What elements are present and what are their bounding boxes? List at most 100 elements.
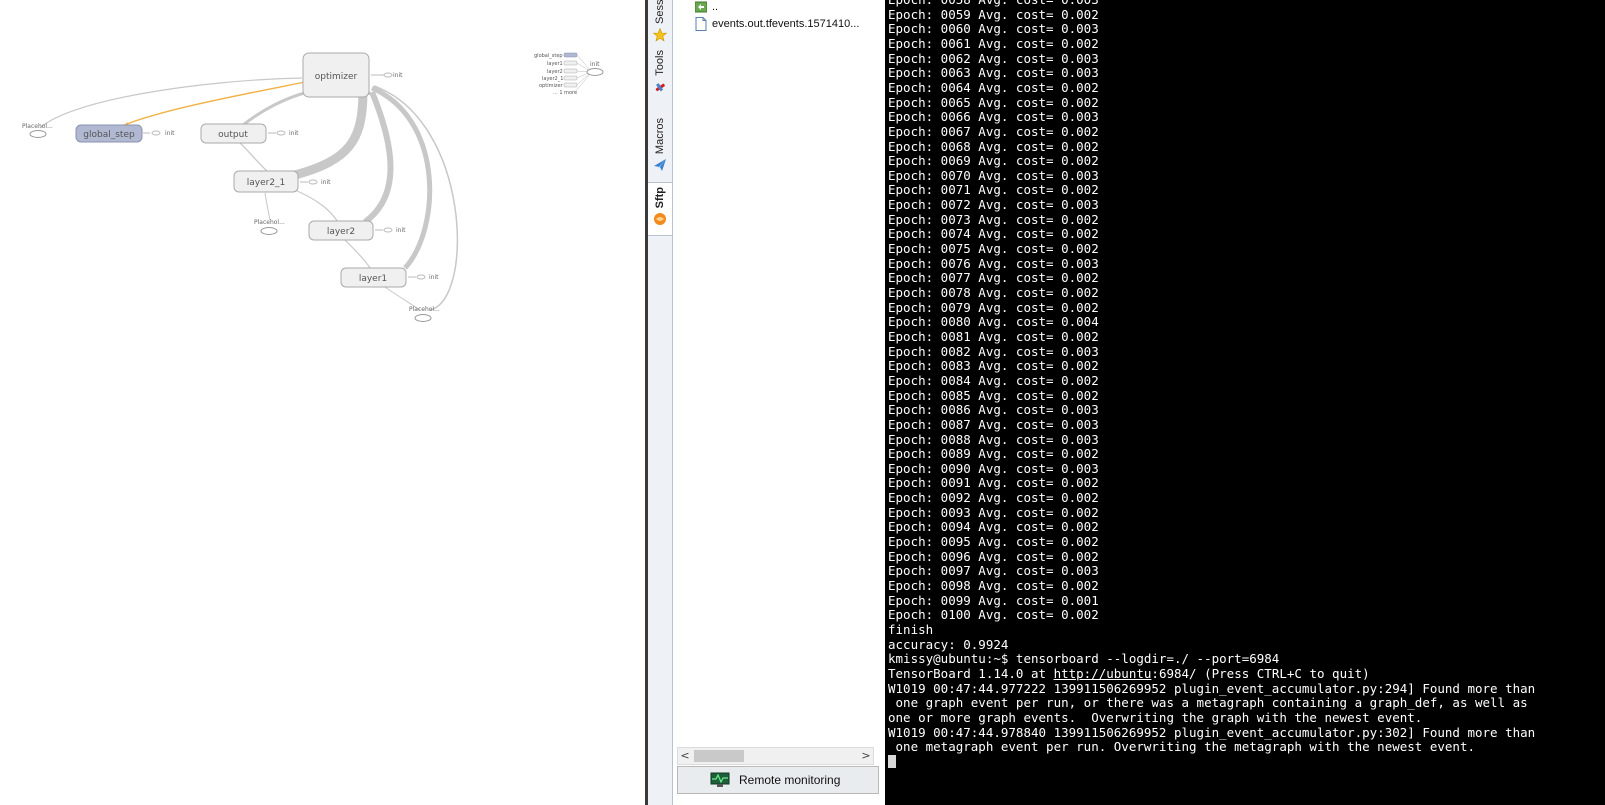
node-layer2[interactable]: layer2 bbox=[308, 220, 374, 241]
epoch-log-line: Epoch: 0066 Avg. cost= 0.003 bbox=[888, 109, 1099, 125]
remote-monitoring-label: Remote monitoring bbox=[739, 773, 841, 787]
svg-text:optimizer: optimizer bbox=[539, 83, 564, 89]
scroll-right-arrow[interactable]: > bbox=[859, 748, 873, 764]
warning-log-line: one graph event per run, or there was a … bbox=[888, 695, 1528, 711]
tensorboard-graph[interactable]: optimizer init Placehol... global_step i… bbox=[0, 0, 645, 805]
node-output[interactable]: output bbox=[200, 123, 267, 144]
terminal-output[interactable]: Epoch: 0058 Avg. cost= 0.003Epoch: 0059 … bbox=[885, 0, 1605, 805]
node-layer2-1[interactable]: layer2_1 bbox=[233, 170, 299, 193]
command-line: kmissy@ubuntu:~$ tensorboard --logdir=./… bbox=[888, 651, 1280, 667]
tab-macros[interactable]: Macros bbox=[648, 118, 672, 178]
warning-log-line: W1019 00:47:44.977222 139911506269952 pl… bbox=[888, 680, 1536, 696]
terminal-cursor bbox=[888, 754, 896, 768]
epoch-log-line: Epoch: 0100 Avg. cost= 0.002 bbox=[888, 607, 1099, 623]
tab-sessions-label: Sess bbox=[654, 0, 666, 24]
file-row-parent[interactable]: .. bbox=[695, 0, 718, 15]
node-global-step[interactable]: global_step bbox=[75, 124, 143, 143]
svg-text:init: init bbox=[590, 61, 600, 68]
monitor-icon bbox=[710, 772, 730, 787]
tab-tools[interactable]: Tools bbox=[648, 50, 672, 108]
file-icon bbox=[695, 17, 707, 31]
svg-text:layer2: layer2 bbox=[327, 227, 355, 237]
epoch-log-line: Epoch: 0068 Avg. cost= 0.002 bbox=[888, 138, 1099, 154]
node-placeholder-1[interactable]: Placehol... bbox=[22, 123, 53, 138]
epoch-log-line: Epoch: 0085 Avg. cost= 0.002 bbox=[888, 387, 1099, 403]
epoch-log-line: Epoch: 0070 Avg. cost= 0.003 bbox=[888, 167, 1099, 183]
file-name-parent: .. bbox=[712, 1, 719, 13]
edge-layer2-layer21 bbox=[294, 189, 339, 223]
epoch-log-line: Epoch: 0094 Avg. cost= 0.002 bbox=[888, 519, 1099, 535]
epoch-log-line: Epoch: 0059 Avg. cost= 0.002 bbox=[888, 6, 1099, 22]
epoch-log-line: Epoch: 0087 Avg. cost= 0.003 bbox=[888, 416, 1099, 432]
tensorboard-link[interactable]: http://ubuntu bbox=[1054, 666, 1152, 681]
tab-sftp-label: Sftp bbox=[654, 187, 666, 209]
edge-layer1-layer2 bbox=[344, 239, 371, 269]
side-tab-bar: Sess Tools Macros Sftp bbox=[648, 0, 673, 805]
epoch-log-line: Epoch: 0083 Avg. cost= 0.002 bbox=[888, 358, 1099, 374]
tab-tools-label: Tools bbox=[654, 50, 666, 76]
epoch-log-line: Epoch: 0089 Avg. cost= 0.002 bbox=[888, 446, 1099, 462]
epoch-log-line: Epoch: 0095 Avg. cost= 0.002 bbox=[888, 534, 1099, 550]
epoch-log-line: Epoch: 0086 Avg. cost= 0.003 bbox=[888, 402, 1099, 418]
svg-text:Placehol...: Placehol... bbox=[409, 306, 440, 313]
epoch-log-line: Epoch: 0073 Avg. cost= 0.002 bbox=[888, 211, 1099, 227]
epoch-log-line: Epoch: 0072 Avg. cost= 0.003 bbox=[888, 197, 1099, 213]
scrollbar-thumb[interactable] bbox=[694, 750, 744, 762]
svg-text:layer1: layer1 bbox=[359, 274, 387, 284]
init-badge-output: init bbox=[268, 130, 299, 137]
tensorboard-version-text: TensorBoard 1.14.0 at bbox=[888, 665, 1054, 681]
svg-text:global_step: global_step bbox=[83, 130, 135, 140]
node-placeholder-2[interactable]: Placehol... bbox=[254, 219, 285, 235]
epoch-log-line: Epoch: 0078 Avg. cost= 0.002 bbox=[888, 285, 1099, 300]
epoch-log-line: Epoch: 0091 Avg. cost= 0.002 bbox=[888, 475, 1099, 491]
epoch-log-line: Epoch: 0088 Avg. cost= 0.003 bbox=[888, 431, 1099, 447]
tab-sftp[interactable]: Sftp bbox=[648, 182, 672, 236]
tab-sessions[interactable]: Sess bbox=[648, 0, 672, 45]
epoch-log-line: Epoch: 0082 Avg. cost= 0.003 bbox=[888, 343, 1099, 359]
svg-text:init: init bbox=[321, 179, 331, 186]
svg-text:Placehol...: Placehol... bbox=[254, 219, 285, 226]
svg-text:init: init bbox=[396, 227, 406, 234]
epoch-log-line: Epoch: 0092 Avg. cost= 0.002 bbox=[888, 490, 1099, 506]
graph-panel[interactable]: optimizer init Placehol... global_step i… bbox=[0, 0, 645, 805]
node-placeholder-3[interactable]: Placehol... bbox=[409, 306, 440, 322]
init-badge-global-step: init bbox=[143, 130, 175, 137]
edge-layer21-optimizer bbox=[293, 94, 368, 180]
scroll-left-arrow[interactable]: < bbox=[678, 748, 692, 764]
epoch-log-line: Epoch: 0074 Avg. cost= 0.002 bbox=[888, 226, 1099, 242]
horizontal-scrollbar[interactable]: < > bbox=[677, 747, 874, 765]
tensorboard-url-line: TensorBoard 1.14.0 at http://ubuntu:6984… bbox=[888, 666, 1370, 681]
init-badge-layer1: init bbox=[408, 274, 439, 281]
epoch-log-line: Epoch: 0084 Avg. cost= 0.002 bbox=[888, 372, 1099, 388]
svg-text:init: init bbox=[429, 274, 439, 281]
warning-log-line: one or more graph events. Overwriting th… bbox=[888, 709, 1423, 725]
svg-text:layer2_1: layer2_1 bbox=[247, 178, 286, 188]
star-icon bbox=[653, 28, 667, 42]
init-badge-layer2: init bbox=[375, 227, 406, 234]
remote-monitoring-button[interactable]: Remote monitoring bbox=[677, 766, 879, 794]
sftp-file-panel: .. events.out.tfevents.1571410... < > Re… bbox=[673, 0, 883, 805]
svg-text:layer2_1: layer2_1 bbox=[542, 76, 563, 82]
epoch-log-line: Epoch: 0065 Avg. cost= 0.002 bbox=[888, 94, 1099, 110]
edge-layer2-optimizer bbox=[363, 90, 394, 225]
epoch-log-line: Epoch: 0071 Avg. cost= 0.002 bbox=[888, 182, 1099, 198]
parent-folder-icon bbox=[695, 1, 707, 13]
svg-text:optimizer: optimizer bbox=[315, 72, 358, 82]
edge-placeholder2-layer21 bbox=[264, 192, 271, 221]
node-optimizer[interactable]: optimizer bbox=[302, 52, 370, 98]
epoch-log-line: Epoch: 0061 Avg. cost= 0.002 bbox=[888, 35, 1099, 51]
edge-layer21-output bbox=[239, 142, 269, 173]
epoch-log-line: Epoch: 0096 Avg. cost= 0.002 bbox=[888, 548, 1099, 564]
init-badge-optimizer: init bbox=[371, 72, 403, 79]
node-layer1[interactable]: layer1 bbox=[340, 267, 407, 288]
epoch-log-line: Epoch: 0076 Avg. cost= 0.003 bbox=[888, 255, 1099, 271]
svg-text:layer2: layer2 bbox=[547, 69, 563, 75]
auxiliary-nodes[interactable]: init global_step layer1 layer2 layer2_1 … bbox=[534, 52, 604, 96]
file-row-event[interactable]: events.out.tfevents.1571410... bbox=[695, 16, 859, 32]
edge-placeholder-optimizer bbox=[39, 77, 303, 129]
epoch-log-line: Epoch: 0080 Avg. cost= 0.004 bbox=[888, 314, 1099, 330]
finish-line: finish bbox=[888, 621, 934, 637]
epoch-log-line: Epoch: 0075 Avg. cost= 0.002 bbox=[888, 241, 1099, 257]
paper-plane-icon bbox=[654, 159, 666, 172]
epoch-log-line: Epoch: 0079 Avg. cost= 0.002 bbox=[888, 299, 1099, 315]
